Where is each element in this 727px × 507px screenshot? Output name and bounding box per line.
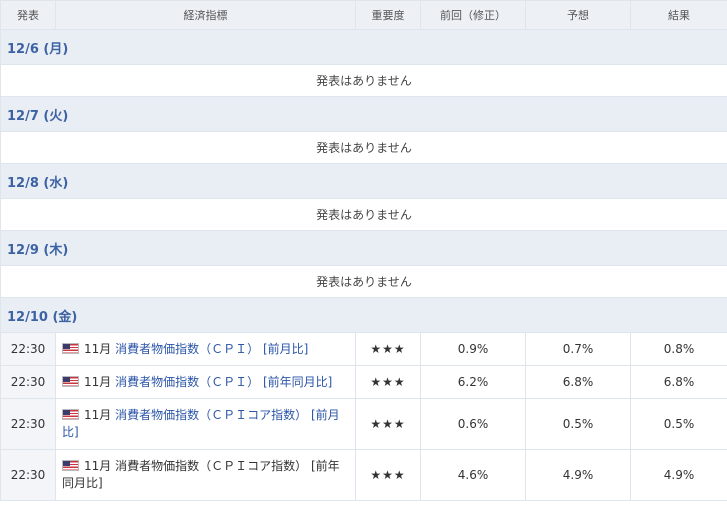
event-result: 6.8% — [630, 365, 727, 399]
event-time: 22:30 — [0, 398, 56, 450]
no-release-row: 発表はありません — [0, 64, 727, 97]
event-row: 22:30 11月 消費者物価指数（ＣＰＩ） [前月比] ★★★ 0.9% 0.… — [0, 332, 727, 366]
event-previous: 6.2% — [420, 365, 526, 399]
event-month: 11月 — [84, 374, 112, 389]
event-month: 11月 — [84, 408, 112, 422]
no-release-row: 発表はありません — [0, 265, 727, 298]
event-month: 11月 — [84, 459, 112, 473]
event-result: 0.8% — [630, 332, 727, 366]
no-release-text: 発表はありません — [0, 131, 727, 164]
day-label: 12/10 (金) — [0, 297, 727, 333]
header-previous: 前回（修正） — [420, 0, 526, 30]
importance-stars: ★★★ — [355, 332, 421, 366]
event-result: 4.9% — [630, 449, 727, 501]
event-indicator: 11月 消費者物価指数（ＣＰＩコア指数） [前年同月比] — [55, 449, 356, 501]
header-importance: 重要度 — [355, 0, 421, 30]
indicator-period-link[interactable]: [前月比] — [263, 342, 308, 356]
event-forecast: 6.8% — [525, 365, 631, 399]
day-row: 12/6 (月) — [0, 29, 727, 65]
us-flag-icon — [62, 342, 79, 354]
us-flag-icon — [62, 375, 79, 387]
event-forecast: 0.7% — [525, 332, 631, 366]
no-release-row: 発表はありません — [0, 131, 727, 164]
header-indicator: 経済指標 — [55, 0, 356, 30]
event-month: 11月 — [84, 341, 112, 356]
event-time: 22:30 — [0, 332, 56, 366]
event-forecast: 4.9% — [525, 449, 631, 501]
day-label: 12/6 (月) — [0, 29, 727, 65]
event-forecast: 0.5% — [525, 398, 631, 450]
event-row: 22:30 11月 消費者物価指数（ＣＰＩコア指数） [前月比] ★★★ 0.6… — [0, 398, 727, 450]
no-release-text: 発表はありません — [0, 64, 727, 97]
no-release-text: 発表はありません — [0, 198, 727, 231]
event-indicator: 11月 消費者物価指数（ＣＰＩ） [前年同月比] — [55, 365, 356, 399]
event-indicator: 11月 消費者物価指数（ＣＰＩコア指数） [前月比] — [55, 398, 356, 450]
no-release-text: 発表はありません — [0, 265, 727, 298]
importance-stars: ★★★ — [355, 398, 421, 450]
event-row: 22:30 11月 消費者物価指数（ＣＰＩ） [前年同月比] ★★★ 6.2% … — [0, 365, 727, 399]
indicator-link[interactable]: 消費者物価指数（ＣＰＩ） — [115, 342, 259, 356]
day-label: 12/7 (火) — [0, 96, 727, 132]
event-time: 22:30 — [0, 365, 56, 399]
event-result: 0.5% — [630, 398, 727, 450]
no-release-row: 発表はありません — [0, 198, 727, 231]
importance-stars: ★★★ — [355, 449, 421, 501]
header-row: 発表 経済指標 重要度 前回（修正） 予想 結果 — [0, 0, 727, 30]
indicator-text: 消費者物価指数（ＣＰＩコア指数） — [115, 459, 308, 473]
us-flag-icon — [62, 409, 79, 420]
indicator-period-link[interactable]: [前年同月比] — [263, 375, 332, 389]
day-label: 12/8 (水) — [0, 163, 727, 199]
event-time: 22:30 — [0, 449, 56, 501]
importance-stars: ★★★ — [355, 365, 421, 399]
day-label: 12/9 (木) — [0, 230, 727, 266]
event-previous: 0.9% — [420, 332, 526, 366]
indicator-link[interactable]: 消費者物価指数（ＣＰＩ） — [115, 375, 259, 389]
event-indicator: 11月 消費者物価指数（ＣＰＩ） [前月比] — [55, 332, 356, 366]
day-row: 12/10 (金) — [0, 297, 727, 333]
us-flag-icon — [62, 460, 79, 471]
header-result: 結果 — [630, 0, 727, 30]
day-row: 12/7 (火) — [0, 96, 727, 132]
day-row: 12/8 (水) — [0, 163, 727, 199]
economic-calendar-table: 発表 経済指標 重要度 前回（修正） 予想 結果 12/6 (月) 発表はありま… — [0, 0, 727, 501]
header-forecast: 予想 — [525, 0, 631, 30]
event-row: 22:30 11月 消費者物価指数（ＣＰＩコア指数） [前年同月比] ★★★ 4… — [0, 449, 727, 501]
header-time: 発表 — [0, 0, 56, 30]
event-previous: 0.6% — [420, 398, 526, 450]
day-row: 12/9 (木) — [0, 230, 727, 266]
event-previous: 4.6% — [420, 449, 526, 501]
indicator-link[interactable]: 消費者物価指数（ＣＰＩコア指数） — [115, 408, 307, 422]
